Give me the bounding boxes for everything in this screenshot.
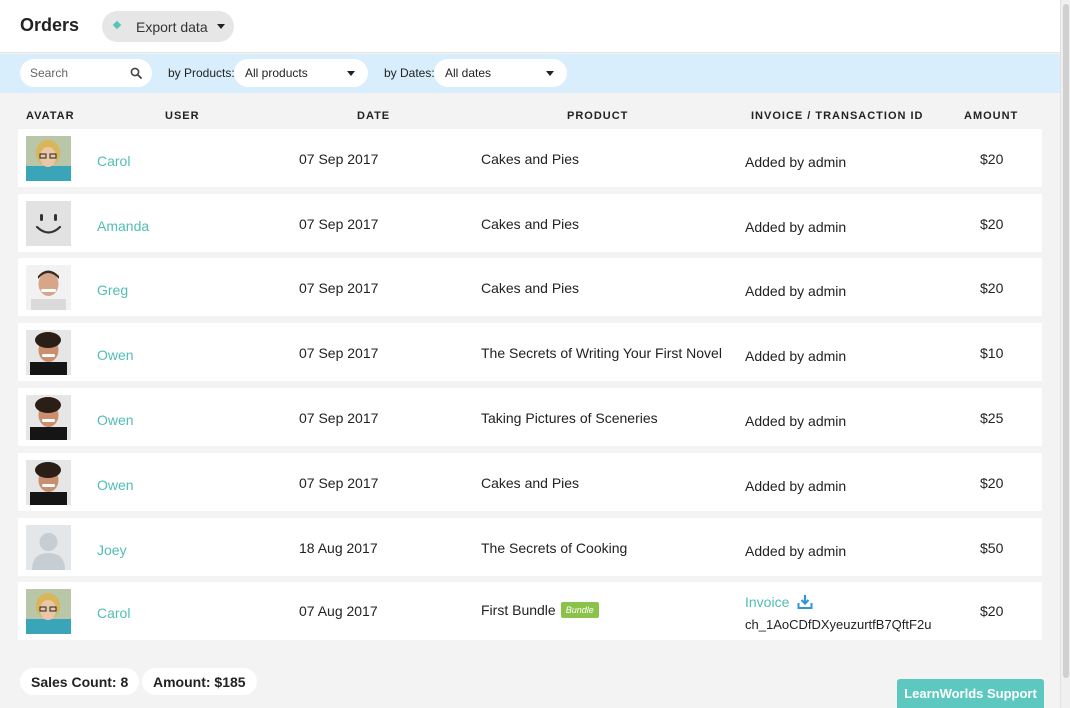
export-data-label: Export data — [136, 18, 208, 35]
bundle-badge: Bundle — [560, 602, 599, 618]
user-link[interactable]: Owen — [97, 412, 134, 428]
table-row: Joey 18 Aug 2017 The Secrets of Cooking … — [18, 518, 1042, 576]
user-link[interactable]: Carol — [97, 153, 130, 169]
table-row: Greg 07 Sep 2017 Cakes and Pies Added by… — [18, 258, 1042, 316]
invoice-text: Added by admin — [745, 543, 847, 559]
order-amount: $10 — [980, 345, 1004, 361]
order-amount: $25 — [980, 410, 1004, 426]
search-input[interactable] — [30, 66, 126, 80]
order-amount: $20 — [980, 603, 1004, 619]
avatar — [26, 395, 71, 440]
order-amount: $50 — [980, 540, 1004, 556]
products-select-value: All products — [245, 66, 308, 80]
search-icon[interactable] — [130, 67, 142, 79]
page-header: Orders Export data — [0, 0, 1060, 53]
table-row: Carol 07 Aug 2017 First Bundle Bundle Inv… — [18, 582, 1042, 640]
invoice-text: Added by admin — [745, 413, 847, 429]
order-amount: $20 — [980, 475, 1004, 491]
product-name: Taking Pictures of Sceneries — [481, 410, 658, 426]
user-link[interactable]: Amanda — [97, 218, 149, 234]
dates-select[interactable]: All dates — [434, 59, 567, 87]
invoice-text: Added by admin — [745, 348, 847, 364]
user-link[interactable]: Carol — [97, 605, 130, 621]
avatar — [26, 589, 71, 634]
column-header-invoice: INVOICE / TRANSACTION ID — [751, 110, 924, 122]
product-name: Cakes and Pies — [481, 280, 580, 296]
avatar — [26, 525, 71, 570]
column-header-avatar: AVATAR — [26, 110, 75, 122]
order-date: 07 Sep 2017 — [299, 151, 379, 167]
user-link[interactable]: Owen — [97, 347, 134, 363]
avatar — [26, 330, 71, 375]
transaction-id: ch_1AoCDfDXyeuzurtfB7QftF2u — [745, 617, 932, 632]
avatar — [26, 460, 71, 505]
invoice-link-label: Invoice — [745, 594, 790, 610]
order-date: 07 Aug 2017 — [299, 603, 378, 619]
invoice-text: Added by admin — [745, 154, 847, 170]
column-header-date[interactable]: DATE — [357, 110, 390, 122]
invoice-link[interactable]: Invoice — [745, 594, 813, 610]
total-amount-badge: Amount: $185 — [142, 668, 257, 695]
page-title: Orders — [20, 15, 80, 35]
order-date: 18 Aug 2017 — [299, 540, 378, 556]
product-name: First Bundle — [481, 602, 556, 618]
order-amount: $20 — [980, 280, 1004, 296]
dates-select-value: All dates — [445, 66, 492, 80]
chevron-down-icon — [546, 71, 554, 76]
order-date: 07 Sep 2017 — [299, 216, 379, 232]
user-link[interactable]: Greg — [97, 282, 128, 298]
user-link[interactable]: Joey — [97, 542, 127, 558]
sales-count-badge: Sales Count: 8 — [20, 668, 140, 695]
order-date: 07 Sep 2017 — [299, 410, 379, 426]
order-date: 07 Sep 2017 — [299, 345, 379, 361]
table-row: Amanda 07 Sep 2017 Cakes and Pies Added … — [18, 194, 1042, 252]
order-date: 07 Sep 2017 — [299, 475, 379, 491]
export-data-button[interactable]: Export data — [102, 11, 234, 42]
avatar — [26, 201, 71, 246]
product-name: Cakes and Pies — [481, 151, 580, 167]
product-name: The Secrets of Writing Your First Novel — [481, 345, 722, 361]
column-header-amount[interactable]: AMOUNT — [964, 110, 1018, 122]
search-box[interactable] — [20, 59, 152, 87]
order-amount: $20 — [980, 216, 1004, 232]
order-date: 07 Sep 2017 — [299, 280, 379, 296]
table-row: Carol 07 Sep 2017 Cakes and Pies Added b… — [18, 129, 1042, 187]
invoice-text: Added by admin — [745, 478, 847, 494]
invoice-text: Added by admin — [745, 283, 847, 299]
support-button[interactable]: LearnWorlds Support — [897, 679, 1044, 708]
order-amount: $20 — [980, 151, 1004, 167]
product-name: Cakes and Pies — [481, 475, 580, 491]
product-name: The Secrets of Cooking — [481, 540, 628, 556]
scrollbar-thumb[interactable] — [1063, 4, 1069, 678]
invoice-text: Added by admin — [745, 219, 847, 235]
scrollbar[interactable] — [1060, 0, 1070, 708]
avatar — [26, 265, 71, 310]
download-icon[interactable] — [797, 594, 813, 610]
filter-bar: by Products: All products by Dates: All … — [0, 54, 1060, 93]
column-header-product[interactable]: PRODUCT — [567, 110, 628, 122]
export-icon — [112, 22, 122, 32]
dates-filter-label: by Dates: — [384, 66, 435, 80]
table-row: Owen 07 Sep 2017 The Secrets of Writing … — [18, 323, 1042, 381]
chevron-down-icon — [347, 71, 355, 76]
caret-down-icon — [216, 24, 225, 29]
table-row: Owen 07 Sep 2017 Taking Pictures of Scen… — [18, 388, 1042, 446]
column-header-user[interactable]: USER — [165, 110, 200, 122]
avatar — [26, 136, 71, 181]
table-row: Owen 07 Sep 2017 Cakes and Pies Added by… — [18, 453, 1042, 511]
products-select[interactable]: All products — [234, 59, 368, 87]
product-cell: First Bundle Bundle — [481, 602, 599, 618]
product-name: Cakes and Pies — [481, 216, 580, 232]
products-filter-label: by Products: — [168, 66, 235, 80]
user-link[interactable]: Owen — [97, 477, 134, 493]
